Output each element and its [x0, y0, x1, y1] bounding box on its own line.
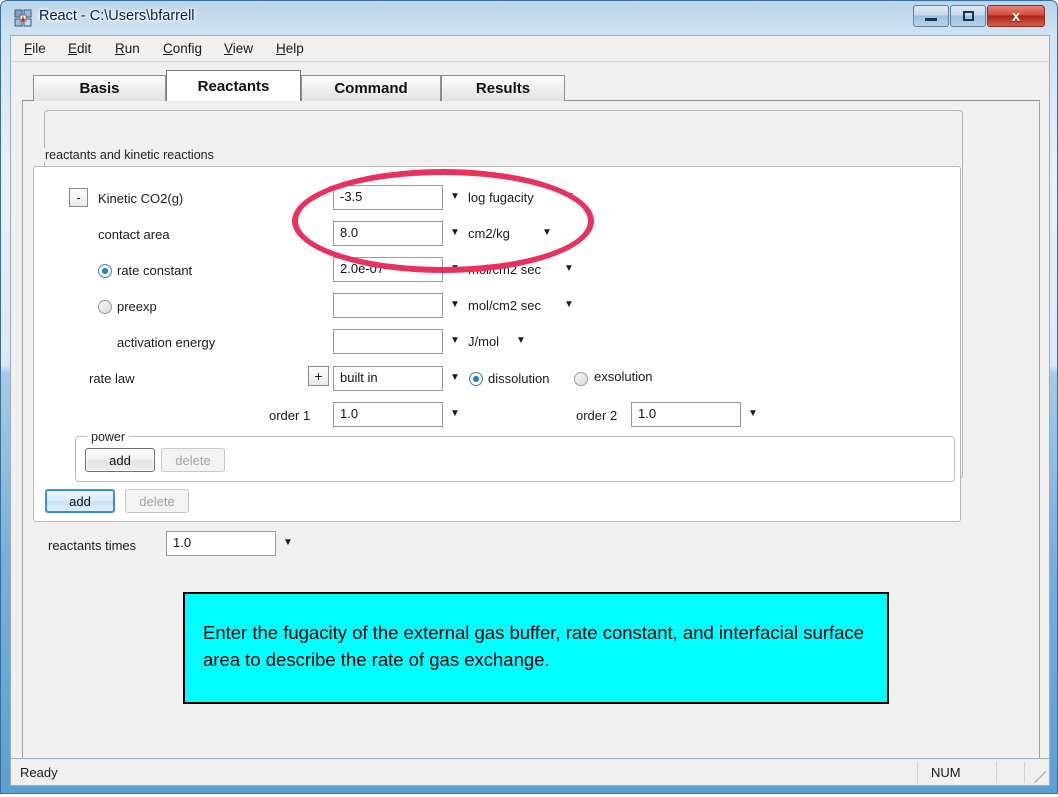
tab-results-label: Results: [475, 80, 531, 97]
reactants-times-label: reactants times: [48, 538, 137, 553]
contact-area-dropdown-arrow[interactable]: [448, 226, 462, 240]
rate-law-dropdown-arrow[interactable]: [448, 371, 462, 385]
rate-constant-dropdown-arrow[interactable]: [448, 262, 462, 276]
dissolution-radio[interactable]: [469, 372, 483, 386]
activation-energy-unit-dropdown-arrow[interactable]: [514, 334, 528, 348]
menu-bar: File Edit Run Config View Help: [11, 36, 1049, 62]
preexp-dropdown-arrow[interactable]: [448, 298, 462, 312]
menu-view[interactable]: View: [224, 41, 253, 56]
resize-grip[interactable]: [1034, 771, 1046, 783]
minimize-button[interactable]: [913, 5, 949, 27]
activation-energy-input[interactable]: [333, 329, 443, 354]
callout-text: Enter the fugacity of the external gas b…: [203, 622, 864, 670]
activation-energy-label: activation energy: [117, 335, 216, 350]
activation-energy-dropdown-arrow[interactable]: [448, 334, 462, 348]
reactant-add-button[interactable]: add: [45, 489, 115, 513]
rate-constant-input[interactable]: 2.0e-07: [333, 257, 443, 282]
contact-area-unit-label: cm2/kg: [468, 226, 510, 241]
power-add-button[interactable]: add: [85, 448, 155, 472]
application-window: React - C:\Users\bfarrell x File Edit Ru…: [0, 0, 1058, 794]
maximize-button[interactable]: [950, 5, 986, 27]
reactants-times-input[interactable]: 1.0: [166, 531, 276, 556]
groupbox-title: reactants and kinetic reactions: [41, 148, 218, 162]
rate-constant-unit-dropdown-arrow[interactable]: [562, 262, 576, 276]
fugacity-input[interactable]: -3.5: [333, 185, 443, 210]
preexp-radio[interactable]: [98, 300, 112, 314]
power-groupbox-title: power: [87, 430, 130, 444]
fugacity-unit-label: log fugacity: [468, 190, 534, 205]
exsolution-radio[interactable]: [574, 372, 588, 386]
menu-file[interactable]: File: [24, 41, 46, 56]
rate-constant-unit-label: mol/cm2 sec: [468, 262, 541, 277]
rate-constant-radio[interactable]: [98, 264, 112, 278]
close-icon: x: [1011, 7, 1021, 25]
client-area: File Edit Run Config View Help Basis Rea…: [10, 35, 1050, 786]
maximize-icon: [951, 6, 985, 26]
expander-toggle[interactable]: -: [69, 188, 88, 207]
tab-command[interactable]: Command: [301, 75, 441, 101]
callout-box: Enter the fugacity of the external gas b…: [183, 592, 889, 704]
order2-input[interactable]: 1.0: [631, 402, 741, 427]
tab-reactants-label: Reactants: [197, 77, 270, 95]
order1-dropdown-arrow[interactable]: [448, 407, 462, 421]
contact-area-unit-dropdown-arrow[interactable]: [540, 226, 554, 240]
tab-results[interactable]: Results: [441, 75, 565, 101]
preexp-label: preexp: [117, 299, 157, 314]
tab-basis[interactable]: Basis: [33, 75, 166, 101]
tab-command-label: Command: [334, 80, 408, 97]
add-rate-law-button[interactable]: +: [308, 366, 329, 386]
contact-area-label: contact area: [98, 227, 170, 242]
close-button[interactable]: x: [987, 5, 1045, 27]
menu-run[interactable]: Run: [115, 41, 140, 56]
title-bar[interactable]: React - C:\Users\bfarrell x: [1, 1, 1058, 35]
order2-dropdown-arrow[interactable]: [746, 407, 760, 421]
rate-constant-label: rate constant: [117, 263, 193, 278]
tab-basis-label: Basis: [79, 80, 120, 97]
status-bar: Ready NUM: [10, 758, 1050, 786]
dissolution-label: dissolution: [488, 371, 550, 386]
rate-law-input[interactable]: built in: [333, 366, 443, 391]
status-message: Ready: [20, 765, 58, 780]
menu-edit[interactable]: Edit: [68, 41, 91, 56]
status-divider-2: [996, 762, 997, 783]
contact-area-input[interactable]: 8.0: [333, 221, 443, 246]
order1-input[interactable]: 1.0: [333, 402, 443, 427]
window-title: React - C:\Users\bfarrell: [39, 8, 195, 24]
minimize-icon: [914, 6, 948, 26]
menu-help[interactable]: Help: [276, 41, 304, 56]
order2-label: order 2: [576, 408, 618, 423]
tab-reactants[interactable]: Reactants: [166, 70, 301, 101]
reactant-title: Kinetic CO2(g): [98, 191, 184, 206]
menu-config[interactable]: Config: [163, 41, 202, 56]
status-divider-1: [917, 762, 918, 783]
preexp-unit-dropdown-arrow[interactable]: [562, 298, 576, 312]
power-delete-button: delete: [161, 448, 225, 472]
fugacity-dropdown-arrow[interactable]: [448, 190, 462, 204]
fugacity-unit-dropdown-arrow[interactable]: [563, 190, 577, 204]
activation-energy-unit-label: J/mol: [468, 334, 500, 349]
preexp-input[interactable]: [333, 293, 443, 318]
preexp-unit-label: mol/cm2 sec: [468, 298, 541, 313]
status-divider-3: [1024, 762, 1025, 783]
num-lock-indicator: NUM: [931, 765, 961, 780]
app-icon: [14, 9, 32, 27]
order1-label: order 1: [269, 408, 311, 423]
reactants-times-dropdown-arrow[interactable]: [281, 536, 295, 550]
rate-law-label: rate law: [89, 371, 135, 386]
exsolution-label: exsolution: [594, 369, 653, 384]
reactant-delete-button: delete: [125, 489, 189, 513]
